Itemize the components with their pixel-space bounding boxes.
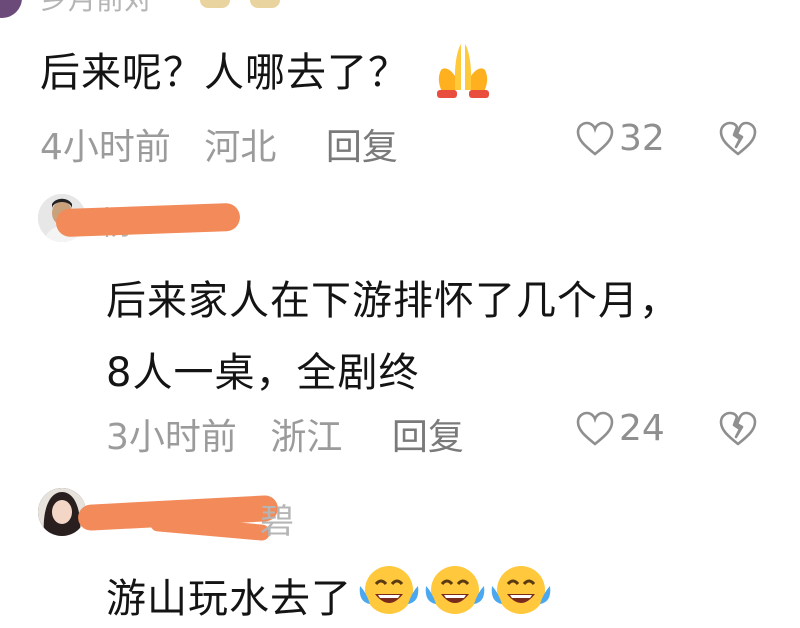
timestamp: 3小时前 xyxy=(106,417,237,458)
party-popper-icon xyxy=(250,0,280,8)
like-count: 32 xyxy=(619,118,665,159)
reply-button[interactable]: 回复 xyxy=(326,127,398,168)
comment-meta: 3小时前 浙江 回复 xyxy=(106,408,464,460)
location: 浙江 xyxy=(270,417,343,458)
avatar[interactable] xyxy=(0,0,22,18)
party-popper-icon xyxy=(200,0,230,8)
author-name: 乡月前对 xyxy=(40,0,152,18)
like-count: 24 xyxy=(619,408,665,449)
comment-meta: 4小时前 河北 回复 xyxy=(40,118,398,170)
timestamp: 4小时前 xyxy=(40,127,171,168)
dislike-button[interactable] xyxy=(718,120,758,162)
crying-laughing-face-icon xyxy=(424,562,486,628)
location: 河北 xyxy=(204,127,277,168)
crying-laughing-face-icon xyxy=(490,562,552,628)
reply-button[interactable]: 回复 xyxy=(392,417,464,458)
like-button[interactable]: 24 xyxy=(575,408,665,449)
folded-hands-icon xyxy=(431,40,495,110)
redaction-mark xyxy=(55,202,241,238)
like-button[interactable]: 32 xyxy=(575,118,665,159)
comment-text: 后来呢？人哪去了？ xyxy=(40,40,495,110)
broken-heart-icon xyxy=(719,411,757,446)
dislike-button[interactable] xyxy=(718,410,758,452)
author-name-suffix: 碧 xyxy=(260,502,294,542)
broken-heart-icon xyxy=(719,121,757,156)
heart-icon xyxy=(576,121,614,156)
comment-text-line-2: 8人一桌，全剧终 xyxy=(106,350,420,396)
crying-laughing-face-icon xyxy=(358,562,420,628)
comment-text-line-1: 后来家人在下游排怀了几个月， xyxy=(106,278,680,324)
comment-text: 游山玩水去了 xyxy=(106,562,552,628)
heart-icon xyxy=(576,411,614,446)
